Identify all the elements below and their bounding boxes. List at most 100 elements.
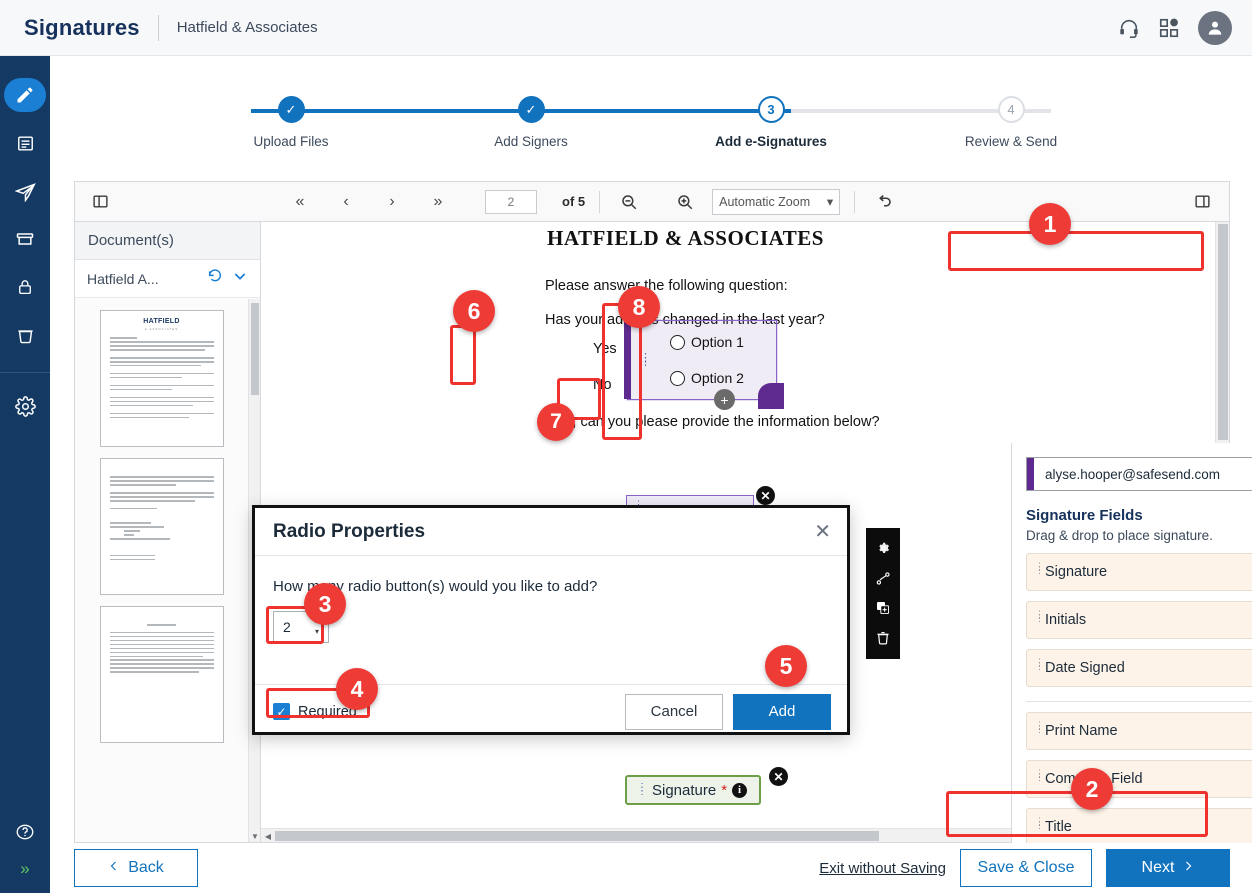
undo-arrow-icon[interactable] [869, 189, 899, 215]
panel-subtitle: Drag & drop to place signature. [1026, 528, 1213, 543]
chevron-left-icon [108, 859, 120, 877]
info-circle-icon[interactable]: i [732, 782, 748, 798]
panel-toggle-icon[interactable] [85, 189, 115, 215]
zoom-level-select[interactable]: Automatic Zoom ▾ [712, 188, 841, 215]
sidebar-item-documents[interactable] [5, 126, 45, 160]
field-drag-handle[interactable]: ⋮⋮ [637, 783, 647, 796]
rotate-ccw-icon[interactable] [207, 268, 223, 289]
drag-dots-icon: ⋮⋮ [1035, 720, 1044, 734]
dialog-body: How many radio button(s) would you like … [255, 556, 847, 684]
step-add-signers[interactable]: ✓ Add Signers [451, 96, 611, 149]
cancel-button[interactable]: Cancel [625, 693, 723, 730]
user-avatar-icon[interactable] [1198, 10, 1232, 45]
spinner-down-arrow-icon[interactable]: ▾ [315, 628, 319, 636]
next-label: Next [1141, 859, 1175, 876]
radio-group-left-bar [624, 321, 631, 399]
add-radio-option-icon[interactable]: + [714, 389, 735, 410]
checkbox-checked-icon[interactable]: ✓ [273, 703, 290, 720]
save-and-close-button[interactable]: Save & Close [960, 849, 1092, 887]
scroll-left-arrow-icon[interactable]: ◀ [261, 829, 275, 842]
signature-fields-panel: alyse.hooper@safesend.com Signature Fiel… [1011, 443, 1252, 893]
thumbnail-scrollbar-thumb[interactable] [251, 303, 259, 395]
rail-divider [0, 372, 50, 373]
radio-option-label: Option 2 [691, 370, 744, 386]
signer-email-value: alyse.hooper@safesend.com [1045, 466, 1221, 482]
right-panel-toggle-icon[interactable] [1187, 189, 1217, 215]
trash-icon[interactable] [875, 630, 891, 646]
canvas-hscroll-thumb[interactable] [275, 831, 879, 841]
grid-apps-icon[interactable] [1158, 17, 1180, 39]
add-button[interactable]: Add [733, 693, 831, 730]
dialog-actions: Cancel Add [625, 693, 831, 730]
sidebar-item-trash[interactable] [5, 318, 45, 352]
chevron-down-icon[interactable] [232, 268, 248, 289]
radio-group-resize-handle[interactable] [758, 383, 784, 409]
step-upload-files[interactable]: ✓ Upload Files [211, 96, 371, 149]
back-button[interactable]: Back [74, 849, 198, 887]
step-review-send[interactable]: 4 Review & Send [931, 96, 1091, 149]
zoom-level-value: Automatic Zoom [719, 194, 811, 209]
field-item-signature[interactable]: ⋮ ⋮ Signature [1026, 553, 1252, 591]
field-item-title[interactable]: ⋮ ⋮ Title [1026, 808, 1252, 846]
field-item-print-name[interactable]: ⋮ ⋮ Print Name [1026, 712, 1252, 750]
document-row[interactable]: Hatfield A... [75, 260, 260, 298]
field-item-initials[interactable]: ⋮ ⋮ Initials [1026, 601, 1252, 639]
annotation-number-2: 2 [1071, 768, 1113, 810]
sidebar-item-archive[interactable] [5, 222, 45, 256]
step-add-esignatures[interactable]: 3 Add e-Signatures [691, 96, 851, 149]
chevron-right-icon [1182, 859, 1194, 877]
close-icon[interactable]: ✕ [769, 767, 788, 786]
document-answer-yes: Yes [593, 341, 617, 357]
last-page-button[interactable]: » [423, 189, 453, 215]
chevron-double-right-icon[interactable]: » [20, 859, 29, 893]
page-thumbnail-2[interactable] [99, 458, 224, 595]
close-icon[interactable]: ✕ [756, 486, 775, 505]
scroll-down-arrow-icon[interactable]: ▼ [249, 830, 261, 842]
sidebar-item-locked[interactable] [5, 270, 45, 304]
placed-field-signature[interactable]: ⋮ ⋮ Signature * i [625, 775, 762, 805]
sidebar-item-settings[interactable] [5, 389, 45, 423]
close-x-icon[interactable]: ✕ [814, 519, 831, 544]
first-page-button[interactable]: « [285, 189, 315, 215]
sidebar-item-sent[interactable] [5, 174, 45, 208]
radio-option-row[interactable]: Option 2 [670, 370, 744, 386]
radio-option-label: Option 1 [691, 334, 744, 350]
field-item-label: Initials [1045, 612, 1087, 628]
page-thumbnail-1[interactable]: HATFIELD & ASSOCIATES [99, 310, 224, 447]
annotation-number-4: 4 [336, 668, 378, 710]
sidebar-item-compose[interactable] [4, 78, 46, 112]
next-button[interactable]: Next [1106, 849, 1230, 887]
canvas-vscroll-thumb[interactable] [1218, 224, 1228, 440]
required-asterisk: * [721, 781, 728, 799]
step-marker: 4 [997, 96, 1025, 123]
radio-circle-icon[interactable] [670, 334, 685, 350]
signer-dropdown[interactable]: alyse.hooper@safesend.com [1026, 457, 1252, 491]
zoom-out-icon[interactable] [614, 189, 644, 215]
headset-icon[interactable] [1118, 17, 1140, 39]
dialog-title: Radio Properties [273, 520, 426, 542]
radio-group-drag-handle[interactable]: ⋮ ⋮ [640, 353, 651, 368]
step-label: Review & Send [964, 134, 1058, 149]
question-circle-icon[interactable] [5, 815, 45, 849]
wizard-stepper: ✓ Upload Files ✓ Add Signers 3 Add e-Sig… [50, 56, 1252, 168]
duplicate-icon[interactable] [875, 600, 891, 616]
zoom-in-icon[interactable] [670, 189, 700, 215]
left-nav-rail: » [0, 56, 50, 893]
page-number-input[interactable] [485, 189, 537, 214]
field-item-date-signed[interactable]: ⋮ ⋮ Date Signed [1026, 649, 1252, 687]
previous-page-button[interactable]: ‹ [331, 189, 361, 215]
drag-dots-icon: ⋮⋮ [1035, 561, 1044, 575]
link-node-icon[interactable] [875, 570, 892, 587]
radio-option-row[interactable]: Option 1 [670, 334, 744, 350]
field-item-company-field[interactable]: ⋮⋮ Company Field [1026, 760, 1252, 798]
exit-without-saving-link[interactable]: Exit without Saving [819, 860, 946, 877]
next-page-button[interactable]: › [377, 189, 407, 215]
radio-group-overlay[interactable]: ⋮ ⋮ Option 1 Option 2 + [624, 320, 784, 410]
page-thumbnail-3[interactable] [99, 606, 224, 743]
rail-bottom-group: » [5, 815, 45, 893]
stepper-track: ✓ Upload Files ✓ Add Signers 3 Add e-Sig… [211, 96, 1091, 149]
organization-name: Hatfield & Associates [176, 19, 318, 36]
document-line-1: Please answer the following question: [545, 278, 788, 294]
gear-icon[interactable] [876, 541, 891, 556]
radio-circle-icon[interactable] [670, 370, 685, 386]
